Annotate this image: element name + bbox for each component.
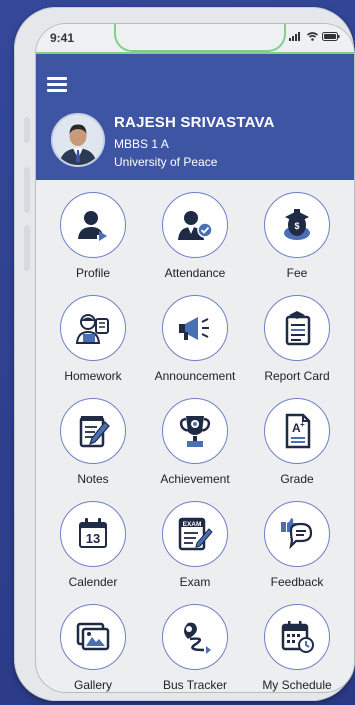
menu-label: Grade [280,472,314,486]
menu-item-calender[interactable]: 13 Calender [43,501,143,604]
menu-label: Gallery [73,678,112,692]
menu-label: Achievement [160,472,230,486]
report-card-icon [285,311,311,346]
menu-item-profile[interactable]: Profile [43,192,143,295]
notes-icon [79,416,110,448]
menu-label: Feedback [270,575,324,589]
menu-item-achievement[interactable]: Achievement [145,398,245,501]
megaphone-icon [179,317,209,340]
student-avatar-icon [53,115,103,165]
menu-item-announcement[interactable]: Announcement [145,295,245,398]
menu-label: Attendance [164,266,226,280]
mute-switch [24,117,30,143]
menu-label: Homework [64,369,122,383]
menu-label: My Schedule [262,678,332,692]
menu-item-report-card[interactable]: Report Card [247,295,347,398]
menu-item-gallery[interactable]: Gallery [43,604,143,692]
bus-tracker-icon [184,622,211,654]
gallery-icon [76,622,110,651]
attendance-icon [178,211,213,240]
schedule-icon [281,621,314,653]
profile-icon [78,211,107,241]
student-name: RAJESH SRIVASTAVA [114,114,275,131]
trophy-icon [179,416,211,447]
menu-item-exam[interactable]: EXAM Exam [145,501,245,604]
feedback-icon [281,518,313,550]
grade-icon: A + [285,413,311,449]
menu-grid: Profile Attendance $ Fee Homework Announ… [36,192,354,692]
profile-header: RAJESH SRIVASTAVA MBBS 1 A University of… [36,54,354,180]
menu-label: Bus Tracker [162,678,228,692]
menu-label: Profile [75,266,110,280]
svg-text:$: $ [294,221,299,231]
menu-item-fee[interactable]: $ Fee [247,192,347,295]
notch [114,24,286,52]
menu-item-feedback[interactable]: Feedback [247,501,347,604]
menu-label: Notes [77,472,109,486]
menu-label: Calender [68,575,118,589]
student-university: University of Peace [114,155,218,169]
fee-icon: $ [284,209,310,240]
menu-label: Exam [179,575,211,589]
menu-item-grade[interactable]: A + Grade [247,398,347,501]
status-bar: 9:41 [36,24,354,54]
signal-icon [289,32,300,41]
menu-item-notes[interactable]: Notes [43,398,143,501]
menu-label: Report Card [264,369,330,383]
avatar[interactable] [53,115,103,165]
homework-icon [75,314,109,344]
wifi-icon [307,32,318,41]
menu-item-bus-tracker[interactable]: Bus Tracker [145,604,245,692]
exam-icon: EXAM [178,517,213,551]
battery-icon [322,32,340,41]
volume-up-button [24,167,30,213]
app-screen: 9:41 RAJESH SRIVASTAVA MBBS 1 A Universi… [36,24,354,692]
menu-label: Fee [286,266,308,280]
exam-badge-text: EXAM [183,521,202,528]
status-time: 9:41 [50,31,75,45]
calendar-day-text: 13 [86,531,100,546]
svg-text:+: + [300,420,305,429]
menu-item-homework[interactable]: Homework [43,295,143,398]
calendar-icon: 13 [79,518,107,548]
student-course: MBBS 1 A [114,137,169,151]
menu-item-attendance[interactable]: Attendance [145,192,245,295]
menu-item-my-schedule[interactable]: My Schedule [247,604,347,692]
phone-frame: 9:41 RAJESH SRIVASTAVA MBBS 1 A Universi… [14,7,354,701]
volume-down-button [24,225,30,271]
status-icons [289,32,340,41]
menu-label: Announcement [154,369,236,383]
menu-icon[interactable] [47,77,67,92]
